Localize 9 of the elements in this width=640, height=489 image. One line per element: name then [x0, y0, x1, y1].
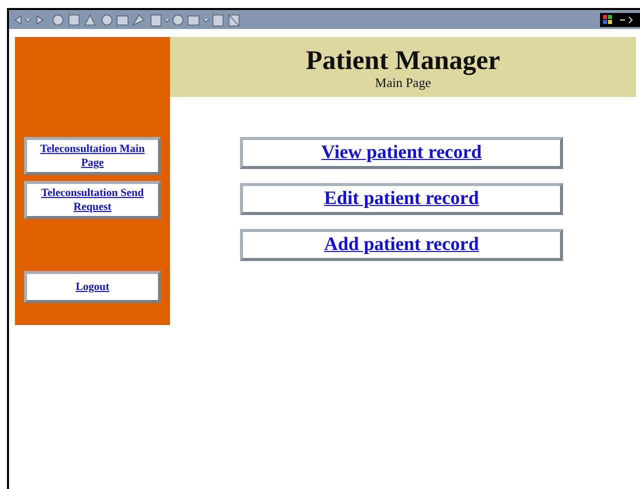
action-link[interactable]: View patient record — [240, 137, 563, 169]
windows-logo-icon — [600, 12, 640, 26]
sidebar-link[interactable]: Teleconsultation Main Page — [24, 137, 161, 175]
sidebar-link[interactable]: Teleconsultation Send Request — [24, 181, 161, 219]
page-subtitle: Main Page — [375, 74, 431, 90]
sidebar-link[interactable]: Logout — [24, 271, 161, 303]
page-title: Patient Manager — [306, 44, 500, 74]
action-link[interactable]: Add patient record — [240, 229, 563, 261]
action-link[interactable]: Edit patient record — [240, 183, 563, 215]
